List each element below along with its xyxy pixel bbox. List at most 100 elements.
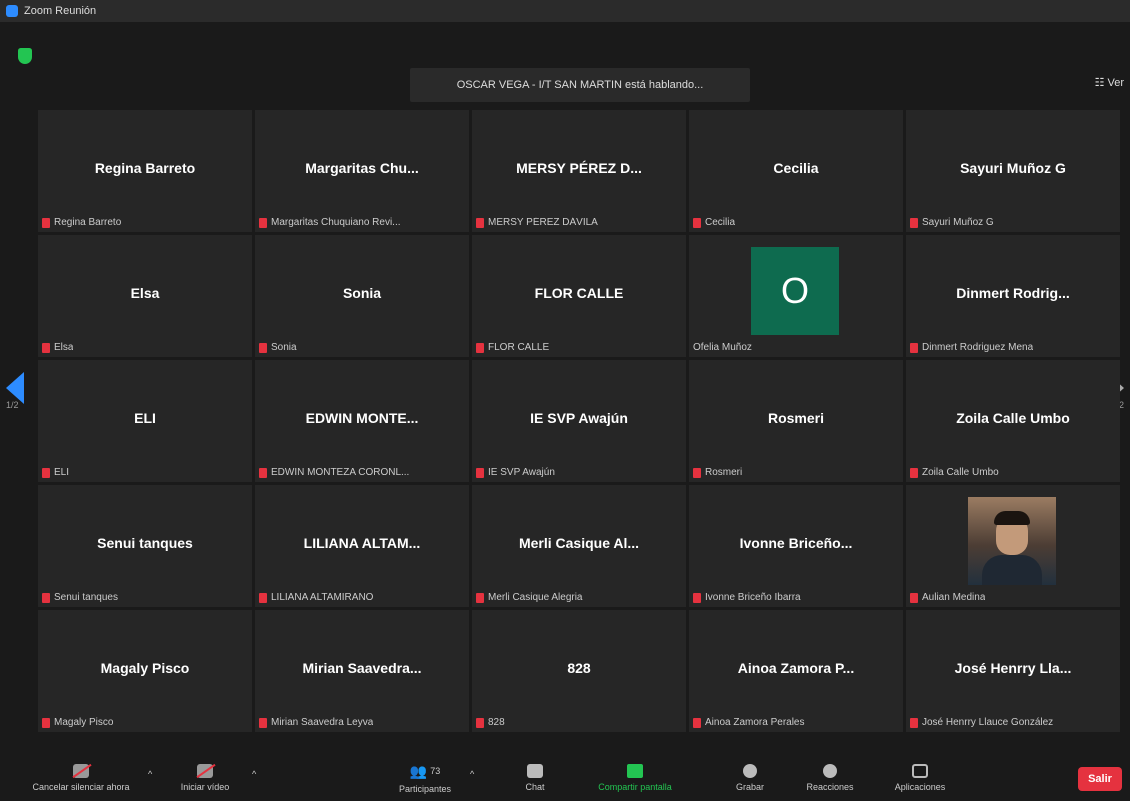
microphone-muted-icon: [476, 467, 484, 478]
participant-name-text: Ofelia Muñoz: [693, 342, 752, 353]
participant-name-label: Aulian Medina: [910, 592, 985, 603]
microphone-muted-icon: [476, 592, 484, 603]
record-label: Grabar: [735, 782, 764, 792]
participant-name-text: Zoila Calle Umbo: [922, 467, 999, 478]
participant-tile[interactable]: Dinmert Rodrig... Dinmert Rodriguez Mena: [906, 235, 1120, 357]
participant-display-name: FLOR CALLE: [534, 285, 624, 301]
audio-options-caret-icon[interactable]: ^: [148, 769, 152, 779]
participants-label: Participantes: [398, 783, 452, 794]
microphone-muted-icon: [910, 467, 918, 478]
start-video-label: Iniciar vídeo: [180, 782, 230, 792]
view-button[interactable]: ☷ Ver: [1095, 76, 1124, 89]
participant-display-name: Merli Casique Al...: [518, 535, 640, 551]
participant-tile[interactable]: Regina Barreto Regina Barreto: [38, 110, 252, 232]
participant-tile[interactable]: José Henrry Lla... José Henrry Llauce Gon…: [906, 610, 1120, 732]
participant-display-name: LILIANA ALTAM...: [303, 535, 421, 551]
participant-video-thumbnail: [968, 497, 1056, 585]
participant-name-text: EDWIN MONTEZA CORONL...: [271, 467, 410, 478]
participant-tile[interactable]: Mirian Saavedra... Mirian Saavedra Leyva: [255, 610, 469, 732]
participant-name-label: Cecilia: [693, 217, 735, 228]
record-icon: [743, 764, 757, 778]
participant-tile[interactable]: Aulian Medina: [906, 485, 1120, 607]
microphone-muted-icon: [476, 217, 484, 228]
participant-tile[interactable]: EDWIN MONTE... EDWIN MONTEZA CORONL...: [255, 360, 469, 482]
chat-button[interactable]: Chat: [505, 755, 565, 801]
participant-name-label: Sayuri Muñoz G: [910, 217, 994, 228]
participant-display-name: Sonia: [342, 285, 382, 301]
participant-display-name: Dinmert Rodrig...: [956, 285, 1070, 301]
participant-name-label: Margaritas Chuquiano Revi...: [259, 217, 401, 228]
participant-display-name: Regina Barreto: [94, 160, 196, 176]
participant-tile[interactable]: Ainoa Zamora P... Ainoa Zamora Perales: [689, 610, 903, 732]
microphone-muted-icon: [910, 717, 918, 728]
participant-name-text: Ivonne Briceño Ibarra: [705, 592, 801, 603]
participant-tile[interactable]: 828 828: [472, 610, 686, 732]
page-indicator-left: 1/2: [6, 400, 19, 410]
participant-tile[interactable]: Sonia Sonia: [255, 235, 469, 357]
participant-tile[interactable]: Sayuri Muñoz G Sayuri Muñoz G: [906, 110, 1120, 232]
security-shield-icon[interactable]: [18, 48, 32, 64]
participant-display-name: Cecilia: [773, 160, 819, 176]
microphone-muted-icon: [42, 467, 50, 478]
participant-name-label: Dinmert Rodriguez Mena: [910, 342, 1033, 353]
record-button[interactable]: Grabar: [720, 755, 780, 801]
microphone-muted-icon: [910, 342, 918, 353]
participants-button[interactable]: 👥 73 Participantes: [380, 755, 470, 801]
participant-tile[interactable]: Merli Casique Al... Merli Casique Alegria: [472, 485, 686, 607]
active-speaker-banner: OSCAR VEGA - I/T SAN MARTIN está habland…: [410, 68, 750, 102]
participant-name-text: Dinmert Rodriguez Mena: [922, 342, 1034, 353]
participant-tile[interactable]: IE SVP Awajún IE SVP Awajún: [472, 360, 686, 482]
participant-display-name: Rosmeri: [767, 410, 825, 426]
participant-tile[interactable]: Elsa Elsa: [38, 235, 252, 357]
participant-tile[interactable]: Rosmeri Rosmeri: [689, 360, 903, 482]
microphone-muted-icon: [910, 217, 918, 228]
participant-display-name: IE SVP Awajún: [530, 410, 628, 426]
participant-name-text: Sayuri Muñoz G: [922, 217, 994, 228]
participant-display-name: EDWIN MONTE...: [305, 410, 419, 426]
reactions-button[interactable]: Reacciones: [790, 755, 870, 801]
microphone-muted-icon: [693, 717, 701, 728]
participant-name-text: Mirian Saavedra Leyva: [271, 717, 374, 728]
start-video-button[interactable]: Iniciar vídeo: [170, 755, 240, 801]
video-options-caret-icon[interactable]: ^: [252, 769, 256, 779]
participant-name-text: José Henrry Llauce González: [922, 717, 1054, 728]
meeting-topbar: OSCAR VEGA - I/T SAN MARTIN está habland…: [0, 22, 1130, 102]
microphone-muted-icon: [259, 342, 267, 353]
participant-tile[interactable]: FLOR CALLE FLOR CALLE: [472, 235, 686, 357]
participant-display-name: Ivonne Briceño...: [739, 535, 853, 551]
microphone-muted-icon: [693, 592, 701, 603]
microphone-muted-icon: [476, 342, 484, 353]
participant-display-name: Elsa: [130, 285, 160, 301]
microphone-muted-icon: [73, 764, 89, 778]
participant-display-name: 828: [567, 660, 591, 676]
participant-tile[interactable]: Margaritas Chu... Margaritas Chuquiano Re…: [255, 110, 469, 232]
apps-button[interactable]: Aplicaciones: [875, 755, 965, 801]
participant-name-label: Senui tanques: [42, 592, 118, 603]
view-button-label: Ver: [1107, 77, 1124, 89]
participant-name-label: Regina Barreto: [42, 217, 121, 228]
participant-tile[interactable]: Cecilia Cecilia: [689, 110, 903, 232]
participant-tile[interactable]: Magaly Pisco Magaly Pisco: [38, 610, 252, 732]
participant-display-name: Ainoa Zamora P...: [737, 660, 855, 676]
participant-name-label: Zoila Calle Umbo: [910, 467, 999, 478]
participant-tile[interactable]: O Ofelia Muñoz: [689, 235, 903, 357]
participant-display-name: ELI: [134, 410, 156, 426]
participant-display-name: Sayuri Muñoz G: [960, 160, 1066, 176]
participant-tile[interactable]: Senui tanques Senui tanques: [38, 485, 252, 607]
share-screen-button[interactable]: Compartir pantalla: [585, 755, 685, 801]
unmute-button[interactable]: Cancelar silenciar ahora: [6, 755, 156, 801]
zoom-app-icon: [6, 5, 18, 17]
participant-tile[interactable]: Ivonne Briceño... Ivonne Briceño Ibarra: [689, 485, 903, 607]
participant-name-text: Margaritas Chuquiano Revi...: [271, 217, 401, 228]
participant-tile[interactable]: ELI ELI: [38, 360, 252, 482]
participant-name-label: 828: [476, 717, 505, 728]
participant-tile[interactable]: MERSY PÉREZ D... MERSY PÉREZ DÁVILA: [472, 110, 686, 232]
participant-name-label: Ofelia Muñoz: [693, 342, 752, 353]
participants-options-caret-icon[interactable]: ^: [470, 769, 474, 779]
participant-name-text: FLOR CALLE: [488, 342, 550, 353]
participant-tile[interactable]: LILIANA ALTAM... LILIANA ALTAMIRANO: [255, 485, 469, 607]
exit-meeting-button[interactable]: Salir: [1078, 767, 1122, 791]
participant-name-text: IE SVP Awajún: [488, 467, 555, 478]
participant-name-label: Magaly Pisco: [42, 717, 113, 728]
participant-tile[interactable]: Zoila Calle Umbo Zoila Calle Umbo: [906, 360, 1120, 482]
